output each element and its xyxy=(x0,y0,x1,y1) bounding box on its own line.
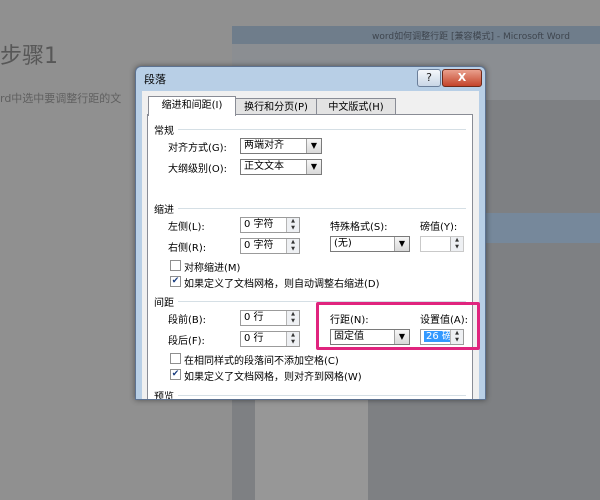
snap-to-grid-checkbox[interactable]: ✔ xyxy=(170,369,181,380)
help-button[interactable]: ? xyxy=(417,69,441,87)
spin-up-icon[interactable]: ▲ xyxy=(287,311,299,318)
no-space-same-style-label: 在相同样式的段落间不添加空格(C) xyxy=(184,356,339,367)
spin-down-icon[interactable]: ▼ xyxy=(287,339,299,346)
close-button[interactable]: X xyxy=(442,69,482,87)
auto-adjust-indent-label: 如果定义了文档网格，则自动调整右缩进(D) xyxy=(184,279,380,290)
indent-left-label: 左侧(L): xyxy=(168,222,205,233)
spacing-after-spinner[interactable]: 0 行 ▲ ▼ xyxy=(240,331,300,347)
auto-adjust-indent-checkbox[interactable]: ✔ xyxy=(170,276,181,287)
snap-to-grid-label: 如果定义了文档网格，则对齐到网格(W) xyxy=(184,372,362,383)
section-preview-label: 预览 xyxy=(154,392,174,399)
spin-down-icon[interactable]: ▼ xyxy=(287,318,299,325)
indent-right-label: 右侧(R): xyxy=(168,243,207,254)
spin-down-icon[interactable]: ▼ xyxy=(287,225,299,232)
spinner-buttons: ▲ ▼ xyxy=(286,218,299,232)
special-indent-select[interactable]: (无) ▼ xyxy=(330,236,410,252)
chevron-down-icon: ▼ xyxy=(394,237,409,251)
dialog-client-area: 缩进和间距(I) 换行和分页(P) 中文版式(H) 常规 对齐方式(G): 两端… xyxy=(142,91,479,399)
tab-panel: 常规 对齐方式(G): 两端对齐 ▼ 大纲级别(O): 正文文本 ▼ 缩进 左侧… xyxy=(147,114,473,399)
alignment-label: 对齐方式(G): xyxy=(168,143,227,154)
spacing-after-label: 段后(F): xyxy=(168,336,205,347)
indent-left-spinner[interactable]: 0 字符 ▲ ▼ xyxy=(240,217,300,233)
spin-up-icon[interactable]: ▲ xyxy=(287,239,299,246)
no-space-same-style-checkbox[interactable] xyxy=(170,353,181,364)
spacing-after-value: 0 行 xyxy=(244,333,264,344)
spin-down-icon[interactable]: ▼ xyxy=(451,244,463,251)
spacing-before-label: 段前(B): xyxy=(168,315,207,326)
outline-level-label: 大纲级别(O): xyxy=(168,164,228,175)
indent-right-spinner[interactable]: 0 字符 ▲ ▼ xyxy=(240,238,300,254)
section-divider xyxy=(178,129,466,130)
section-divider xyxy=(178,208,466,209)
dialog-title: 段落 xyxy=(144,73,166,86)
alignment-select-value: 两端对齐 xyxy=(244,140,284,151)
tab-indents-spacing[interactable]: 缩进和间距(I) xyxy=(148,96,236,116)
spinner-buttons: ▲ ▼ xyxy=(286,239,299,253)
special-indent-label: 特殊格式(S): xyxy=(330,222,388,233)
spinner-buttons: ▲ ▼ xyxy=(286,332,299,346)
spacing-before-value: 0 行 xyxy=(244,312,264,323)
indent-right-value: 0 字符 xyxy=(244,240,274,251)
special-indent-select-value: (无) xyxy=(334,238,352,249)
outline-level-select-value: 正文文本 xyxy=(244,161,284,172)
mirror-indents-label: 对称缩进(M) xyxy=(184,263,241,274)
spin-up-icon[interactable]: ▲ xyxy=(287,218,299,225)
section-general-label: 常规 xyxy=(154,126,174,137)
spinner-buttons: ▲ ▼ xyxy=(286,311,299,325)
chevron-down-icon: ▼ xyxy=(306,139,321,153)
spacing-before-spinner[interactable]: 0 行 ▲ ▼ xyxy=(240,310,300,326)
indent-left-value: 0 字符 xyxy=(244,219,274,230)
section-spacing-label: 间距 xyxy=(154,298,174,309)
section-indent-label: 缩进 xyxy=(154,205,174,216)
alignment-select[interactable]: 两端对齐 ▼ xyxy=(240,138,322,154)
indent-by-spinner[interactable]: ▲ ▼ xyxy=(420,236,464,252)
mirror-indents-checkbox[interactable] xyxy=(170,260,181,271)
outline-level-select[interactable]: 正文文本 ▼ xyxy=(240,159,322,175)
spinner-buttons: ▲ ▼ xyxy=(450,237,463,251)
spin-up-icon[interactable]: ▲ xyxy=(287,332,299,339)
highlight-annotation-box xyxy=(316,302,480,350)
indent-by-label: 磅值(Y): xyxy=(420,222,458,233)
spin-down-icon[interactable]: ▼ xyxy=(287,246,299,253)
section-divider xyxy=(178,395,466,396)
spin-up-icon[interactable]: ▲ xyxy=(451,237,463,244)
chevron-down-icon: ▼ xyxy=(306,160,321,174)
